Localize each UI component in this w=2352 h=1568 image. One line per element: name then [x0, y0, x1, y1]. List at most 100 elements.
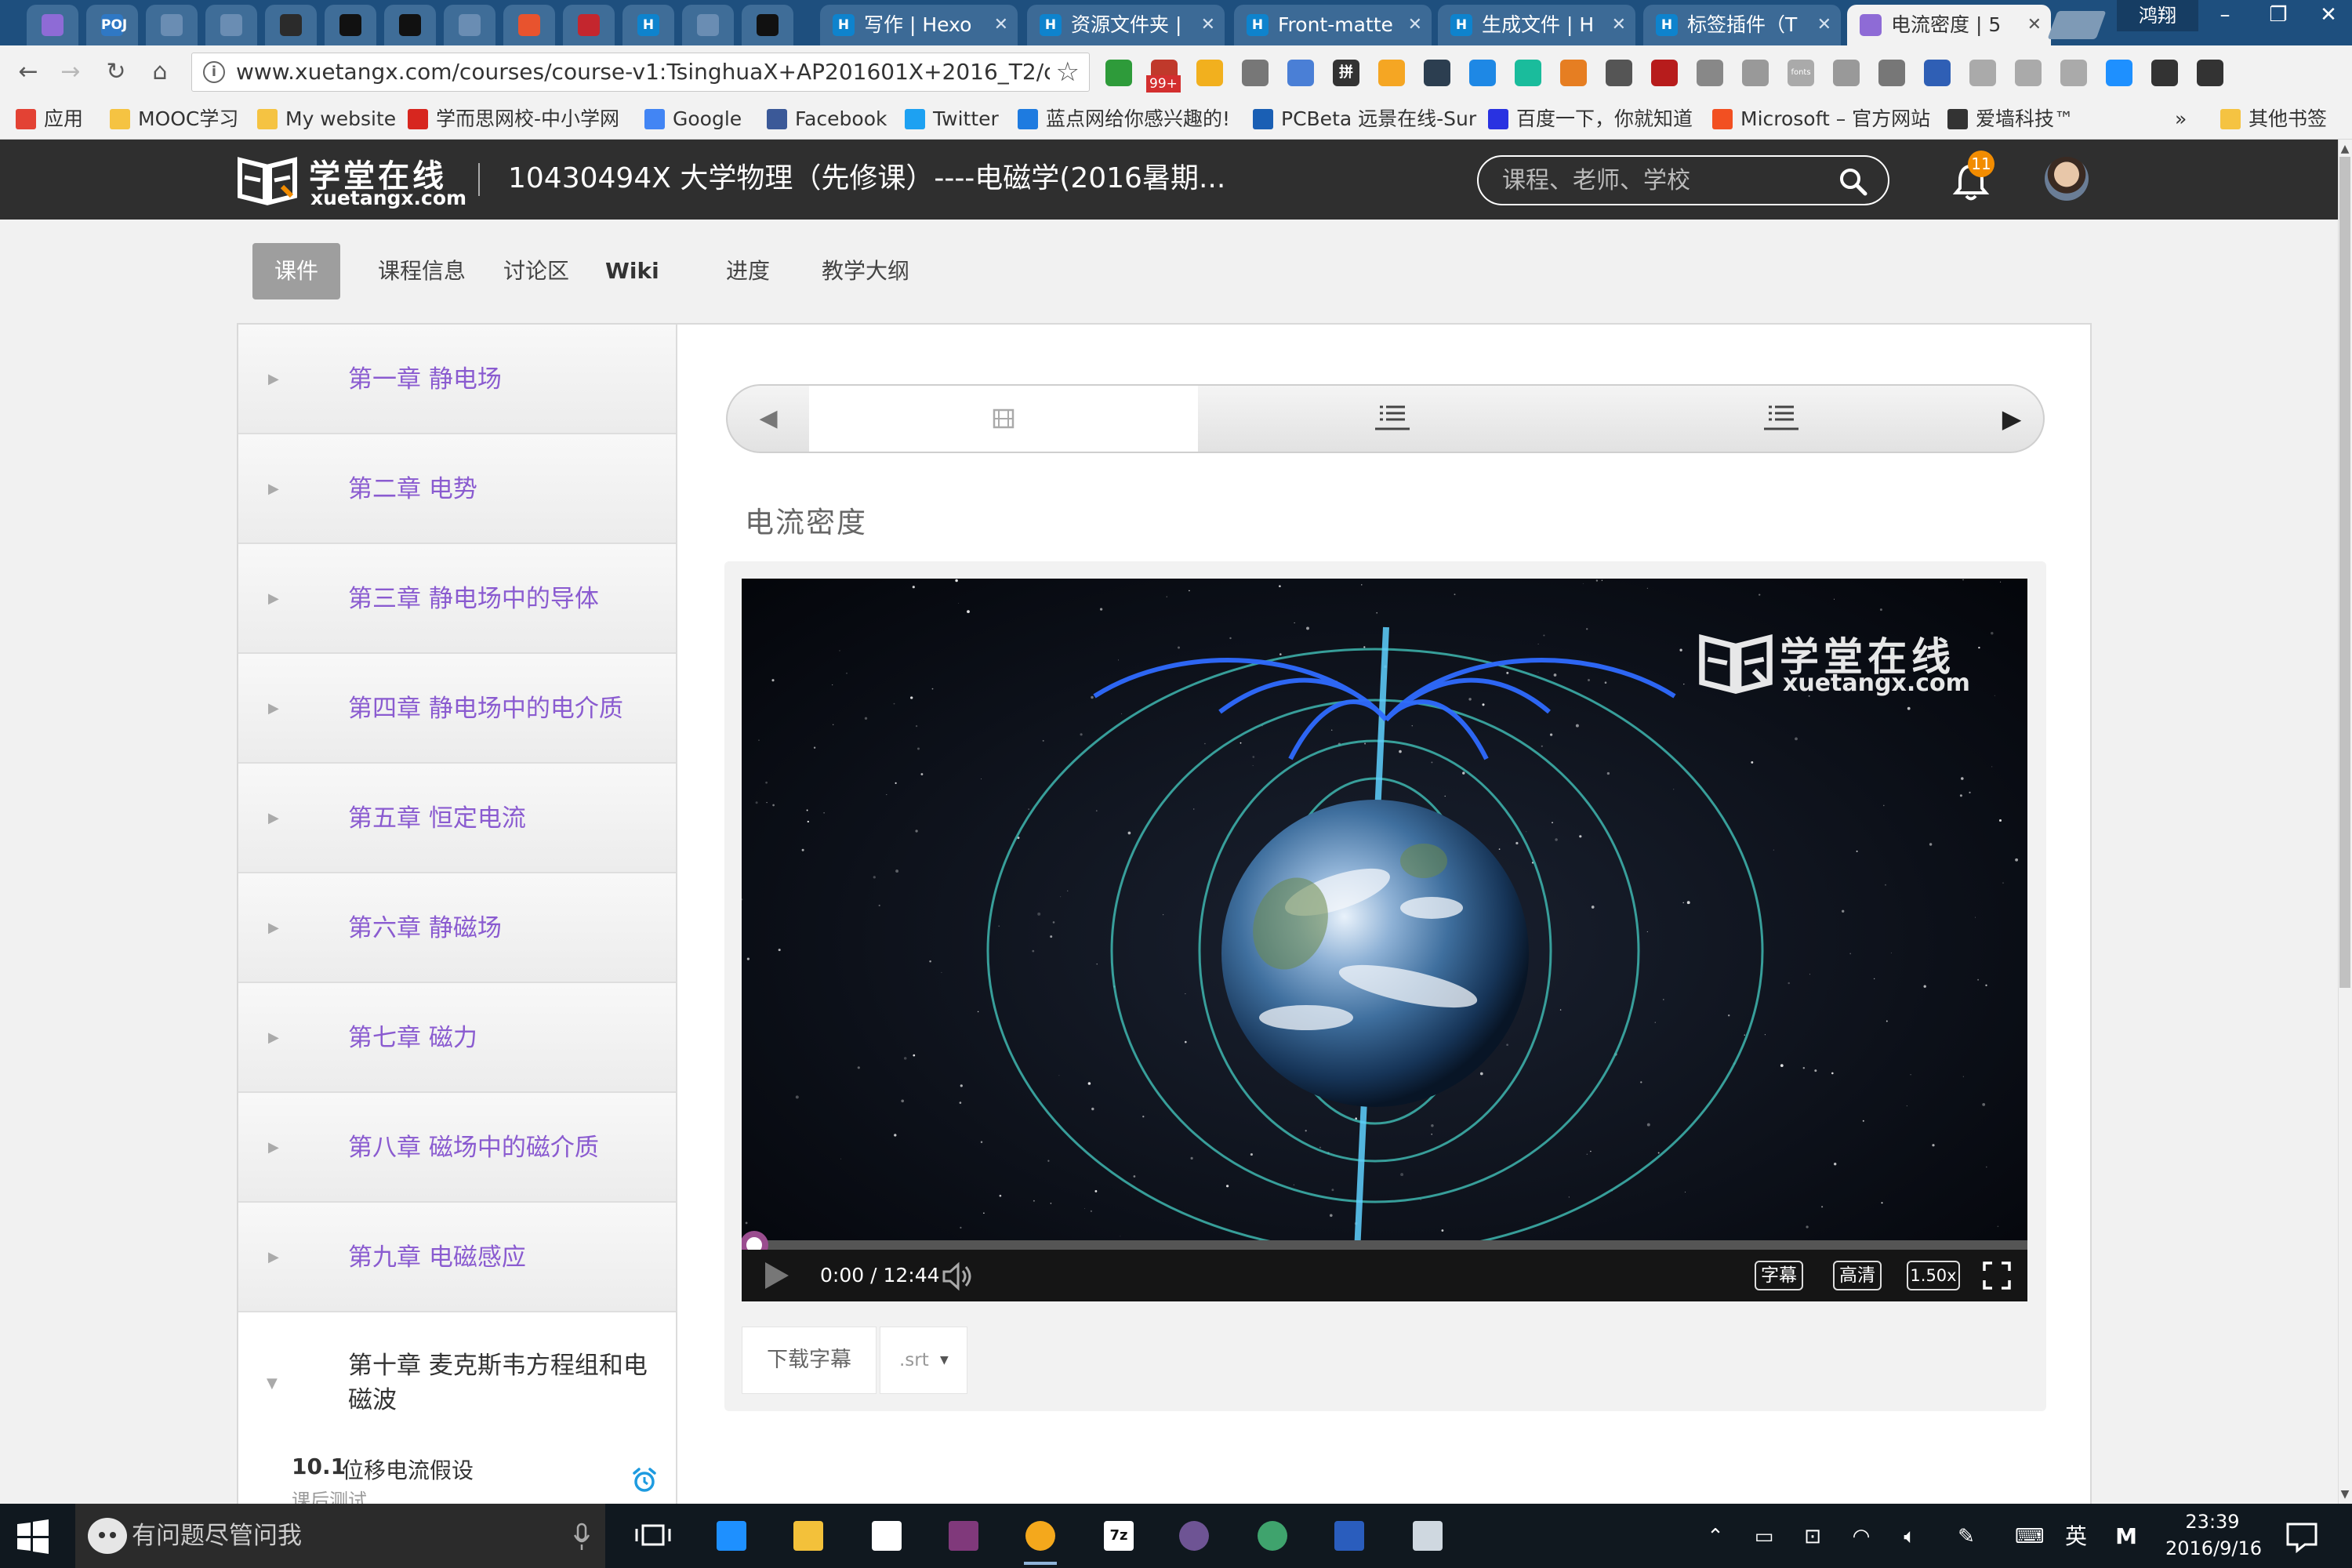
- course-tab[interactable]: 教学大纲: [800, 243, 931, 299]
- close-window-button[interactable]: ✕: [2305, 0, 2352, 31]
- browser-tab[interactable]: [384, 5, 436, 45]
- bookmark-item[interactable]: My website: [257, 105, 396, 133]
- pencil-ext-icon[interactable]: [1378, 60, 1405, 86]
- browser-tab[interactable]: [444, 5, 495, 45]
- forward-button[interactable]: →: [53, 55, 88, 89]
- browser-tab[interactable]: [265, 5, 317, 45]
- brush-ext-icon[interactable]: [2015, 60, 2042, 86]
- course-search-input[interactable]: [1502, 165, 1816, 196]
- playback-speed-button[interactable]: 1.50x: [1907, 1261, 1960, 1290]
- action-center-icon[interactable]: [2285, 1519, 2319, 1554]
- usb-ext-icon[interactable]: [1196, 60, 1223, 86]
- browser-tab[interactable]: H 标签插件（T ✕: [1643, 5, 1841, 45]
- task-view-icon[interactable]: [632, 1515, 674, 1557]
- scroll-up-arrow-icon[interactable]: ▲: [2338, 141, 2352, 157]
- reload-button[interactable]: ↻: [99, 55, 133, 89]
- bookmark-item[interactable]: 应用: [16, 105, 83, 133]
- pinyin-ext-icon[interactable]: 拼: [1333, 60, 1359, 86]
- formula-ext-icon[interactable]: [2151, 60, 2178, 86]
- fullscreen-icon[interactable]: [1982, 1261, 2012, 1290]
- cookie-ext-icon[interactable]: [1560, 60, 1587, 86]
- bookmark-item[interactable]: 学而思网校-中小学网: [408, 105, 619, 133]
- bowtie-ext-icon[interactable]: [1878, 60, 1905, 86]
- browser-tab[interactable]: H 资源文件夹 | ✕: [1027, 5, 1225, 45]
- browser-tab[interactable]: [325, 5, 376, 45]
- browser-tab[interactable]: [146, 5, 198, 45]
- video-progress-bar[interactable]: [742, 1240, 2027, 1250]
- back-button[interactable]: ←: [11, 55, 45, 89]
- close-tab-icon[interactable]: ✕: [1612, 5, 1626, 45]
- gmail-ext-icon[interactable]: [1242, 60, 1269, 86]
- video-player[interactable]: 学堂在线 xuetangx.com 0:00 / 12:44 字幕 高清 1.5…: [742, 579, 2027, 1301]
- subtitle-toggle-button[interactable]: 字幕: [1755, 1261, 1803, 1290]
- powershell-icon[interactable]: [1328, 1515, 1370, 1557]
- browser-tab[interactable]: POJ: [86, 5, 138, 45]
- chapter-item[interactable]: ▶ 第六章 静磁场: [238, 873, 676, 983]
- browser-tab[interactable]: H 写作 | Hexo ✕: [820, 5, 1018, 45]
- sequence-tab-problem-2[interactable]: [1587, 386, 1976, 452]
- browser-tab[interactable]: [205, 5, 257, 45]
- chapter-expanded[interactable]: ▼ 第十章 麦克斯韦方程组和电磁波: [238, 1312, 676, 1446]
- play-icon[interactable]: [760, 1259, 792, 1292]
- browser-tab[interactable]: [503, 5, 555, 45]
- volume-icon[interactable]: [941, 1261, 975, 1292]
- section-item[interactable]: 10.1 位移电流假设 课后测试: [238, 1446, 676, 1505]
- translate-ext-icon[interactable]: [1287, 60, 1314, 86]
- microphone-icon[interactable]: [574, 1523, 590, 1551]
- chapter-item[interactable]: ▶ 第一章 静电场: [238, 325, 676, 434]
- site-info-icon[interactable]: i: [203, 61, 225, 83]
- box-ext-icon[interactable]: [1697, 60, 1723, 86]
- browser-tab[interactable]: H 生成文件 | H ✕: [1438, 5, 1635, 45]
- quality-button[interactable]: 高清: [1833, 1261, 1882, 1290]
- remote-desktop-icon[interactable]: [1406, 1515, 1449, 1557]
- sequence-tab-problem-1[interactable]: [1198, 386, 1587, 452]
- close-tab-icon[interactable]: ✕: [1201, 5, 1215, 45]
- browser-tab[interactable]: [563, 5, 615, 45]
- sequence-tab-video[interactable]: [809, 386, 1198, 452]
- green-square-ext-icon[interactable]: [1105, 60, 1132, 86]
- keyboard-icon[interactable]: ⌨: [2015, 1523, 2045, 1551]
- menu-ext-icon[interactable]: [2197, 60, 2223, 86]
- chapter-item[interactable]: ▶ 第五章 恒定电流: [238, 764, 676, 873]
- download-subtitle-button[interactable]: 下载字幕: [742, 1327, 877, 1394]
- subtitle-format-select[interactable]: .srt ▼: [880, 1327, 967, 1394]
- compass-ext-icon[interactable]: [1833, 60, 1860, 86]
- xuetangx-logo[interactable]: 学堂在线 xuetangx.com: [237, 151, 466, 209]
- git-extensions-icon[interactable]: [1251, 1515, 1294, 1557]
- course-tab[interactable]: 进度: [704, 243, 792, 299]
- browser-tab[interactable]: [742, 5, 793, 45]
- chevron-up-icon[interactable]: ⌃: [1701, 1523, 1730, 1551]
- address-bar[interactable]: i www.xuetangx.com/courses/course-v1:Tsi…: [191, 53, 1090, 92]
- m-ext-icon[interactable]: [1742, 60, 1769, 86]
- bookmark-item[interactable]: MOOC学习: [110, 105, 238, 133]
- vr-ext-icon[interactable]: [1606, 60, 1632, 86]
- browser-tab[interactable]: [27, 5, 78, 45]
- wifi-icon[interactable]: ◠: [1847, 1523, 1875, 1551]
- close-tab-icon[interactable]: ✕: [994, 5, 1008, 45]
- chrome-canary-icon[interactable]: [1019, 1515, 1062, 1565]
- bookmark-item[interactable]: Google: [644, 105, 742, 133]
- user-avatar[interactable]: [2045, 157, 2089, 201]
- chapter-item[interactable]: ▶ 第二章 电势: [238, 434, 676, 544]
- store-icon[interactable]: [866, 1515, 908, 1557]
- bookmark-item[interactable]: Facebook: [767, 105, 887, 133]
- speedometer-ext-icon[interactable]: [2106, 60, 2132, 86]
- scroll-down-arrow-icon[interactable]: ▼: [2338, 1486, 2352, 1502]
- chapter-item[interactable]: ▶ 第八章 磁场中的磁介质: [238, 1093, 676, 1203]
- new-tab-button[interactable]: [2047, 11, 2107, 39]
- taskbar-clock[interactable]: 23:39 2016/9/16: [2165, 1508, 2262, 1562]
- ime-language-indicator[interactable]: 英: [2062, 1523, 2090, 1551]
- check-ext-icon[interactable]: [2060, 60, 2087, 86]
- circle-ext-icon[interactable]: [1469, 60, 1496, 86]
- grammarly-ext-icon[interactable]: [1515, 60, 1541, 86]
- search-icon[interactable]: [1838, 166, 1869, 198]
- cortana-search-box[interactable]: 有问题尽管问我: [75, 1504, 605, 1568]
- course-tab[interactable]: 课件: [252, 243, 341, 299]
- bookmark-item[interactable]: Microsoft – 官方网站: [1712, 105, 1930, 133]
- chapter-item[interactable]: ▶ 第九章 电磁感应: [238, 1203, 676, 1312]
- more-bookmarks-button[interactable]: »: [2175, 105, 2187, 133]
- cursor-ext-icon[interactable]: [1924, 60, 1951, 86]
- sequence-prev-button[interactable]: ◀: [728, 386, 809, 452]
- wand-ext-icon[interactable]: [1969, 60, 1996, 86]
- home-button[interactable]: ⌂: [143, 55, 177, 89]
